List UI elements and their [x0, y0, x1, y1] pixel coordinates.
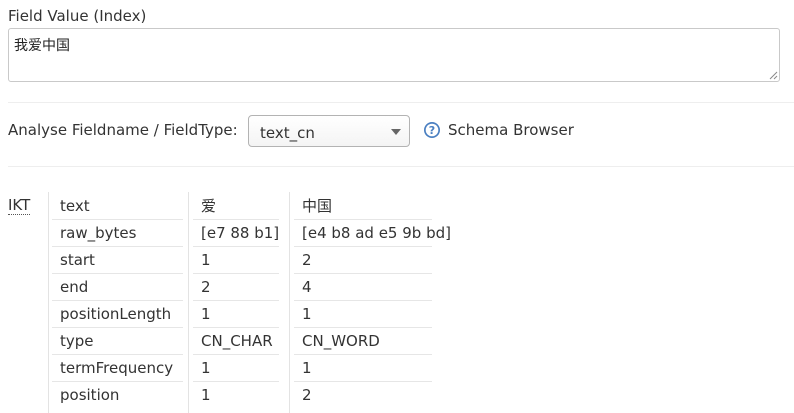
attribute-name-cell: termFrequency: [52, 355, 183, 382]
attribute-name-cell: raw_bytes: [52, 220, 183, 247]
analyse-fieldname-label: Analyse Fieldname / FieldType:: [8, 121, 238, 139]
token-value-cell: 1: [294, 301, 432, 328]
token-value-cell: 2: [294, 247, 432, 274]
token-value-cell: [e7 88 b1]: [193, 220, 279, 247]
resize-grip-icon[interactable]: [768, 70, 778, 80]
attribute-name-cell: start: [52, 247, 183, 274]
field-value-text: 我爱中国: [14, 38, 70, 54]
token-value-cell: CN_CHAR: [193, 328, 279, 355]
token-value-cell: 爱: [193, 193, 279, 220]
attribute-name-cell: position: [60, 386, 120, 404]
column-divider: [188, 192, 189, 413]
help-icon[interactable]: ?: [423, 121, 441, 139]
attribute-name-cell: type: [52, 328, 183, 355]
field-value-textarea[interactable]: 我爱中国: [8, 28, 780, 82]
token-value-cell: 2: [193, 274, 279, 301]
token-value-cell: 1: [193, 355, 279, 382]
column-divider: [48, 192, 49, 413]
analyzer-name[interactable]: IKT: [8, 197, 31, 215]
attribute-name-cell: text: [52, 193, 183, 220]
svg-text:?: ?: [429, 124, 435, 137]
fieldtype-select-value: text_cn: [260, 124, 315, 142]
token-value-cell: 1: [294, 355, 432, 382]
token-value-cell: 中国: [294, 193, 432, 220]
token-value-cell: 1: [193, 247, 279, 274]
schema-browser-link[interactable]: Schema Browser: [448, 121, 574, 139]
column-divider: [289, 192, 290, 413]
attribute-name-cell: end: [52, 274, 183, 301]
token-value-cell: CN_WORD: [294, 328, 432, 355]
token-value-cell: 1: [201, 386, 211, 404]
token-value-cell: 1: [193, 301, 279, 328]
field-value-label: Field Value (Index): [8, 7, 147, 25]
fieldtype-select[interactable]: text_cn: [248, 115, 410, 147]
attribute-name-cell: positionLength: [52, 301, 183, 328]
token-value-cell: 2: [302, 386, 312, 404]
chevron-down-icon: [391, 129, 401, 135]
token-value-cell: [e4 b8 ad e5 9b bd]: [294, 220, 451, 247]
divider: [8, 166, 794, 167]
divider: [8, 102, 794, 103]
token-value-cell: 4: [294, 274, 432, 301]
